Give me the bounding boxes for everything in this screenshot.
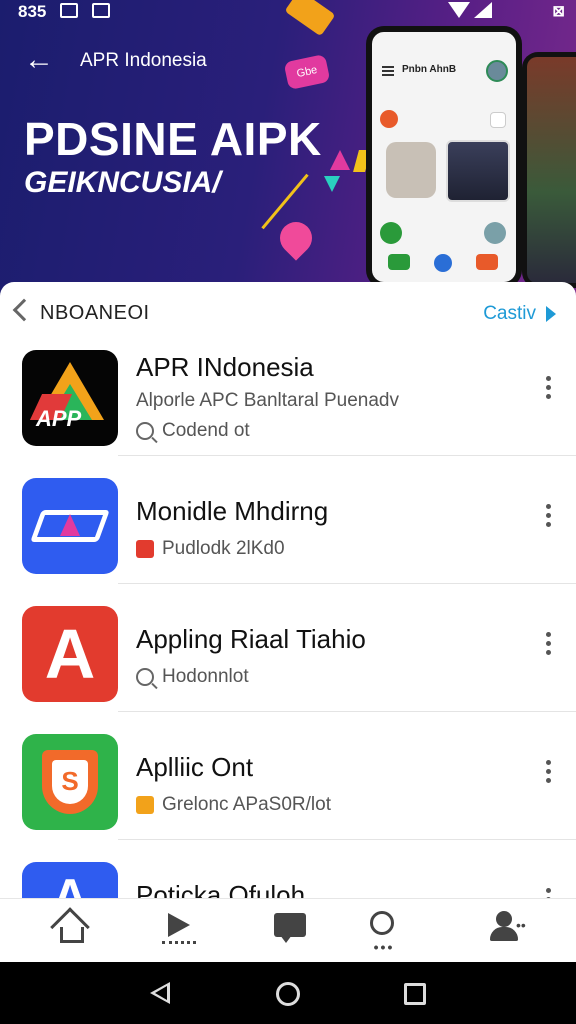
phone-title: Pnbn AhnB (402, 64, 457, 75)
decorative-shape (261, 173, 309, 230)
logo-text: APP (36, 406, 82, 431)
app-icon (380, 110, 398, 128)
section-link[interactable]: Castiv (483, 303, 536, 325)
logo-text: S (61, 766, 79, 796)
system-recents-icon[interactable] (404, 983, 426, 1005)
chevron-left-icon[interactable] (12, 298, 36, 322)
more-options-icon[interactable] (546, 504, 552, 531)
home-icon[interactable] (50, 907, 96, 953)
system-home-icon[interactable] (276, 982, 300, 1006)
image-icon (92, 3, 110, 18)
app-list-item[interactable]: A Poticka Ofuloh (0, 840, 576, 898)
image-card (446, 140, 510, 202)
app-meta: Pudlodk 2lKd0 (136, 538, 285, 560)
image-card (386, 142, 436, 198)
menu-icon (382, 66, 394, 68)
system-navigation-bar (0, 962, 576, 1024)
app-icon[interactable]: A (22, 862, 118, 898)
logo-text: A (51, 869, 89, 898)
signal-icon (474, 2, 492, 18)
app-name[interactable]: Appling Riaal Tiahio (136, 624, 366, 655)
search-icon (136, 668, 154, 686)
app-icon[interactable]: S (22, 734, 118, 830)
logo-text: A (44, 615, 96, 693)
logo-shape (60, 514, 80, 536)
badge-icon (136, 796, 154, 814)
search-icon (136, 422, 154, 440)
chat-icon (380, 222, 402, 244)
hero-banner: Gbe 835 ⊠ ← APR Indonesia PDSINE AIPK GE… (0, 0, 576, 300)
more-options-icon[interactable] (546, 632, 552, 659)
app-meta: Grelonc APaS0R/lot (136, 794, 331, 816)
notification-icon (60, 3, 78, 18)
app-meta-text: Grelonc APaS0R/lot (162, 794, 331, 815)
hero-title: PDSINE AIPK (24, 113, 322, 165)
decorative-shape (273, 215, 319, 261)
wifi-icon (448, 2, 470, 18)
chevron-right-icon[interactable] (546, 306, 556, 322)
more-options-icon[interactable] (546, 376, 552, 403)
hero-app-name: APR Indonesia (80, 50, 207, 71)
app-list-item[interactable]: Monidle Mhdirng Pudlodk 2lKd0 (0, 456, 576, 584)
app-list-item[interactable]: APP APR INdonesia Alporle APC Banltaral … (0, 328, 576, 456)
app-meta: Codend ot (136, 420, 250, 442)
nav-icon (476, 254, 498, 270)
app-list-item[interactable]: S Aplliic Ont Grelonc APaS0R/lot (0, 712, 576, 840)
back-arrow-icon[interactable]: ← (24, 45, 54, 75)
badge-icon (136, 540, 154, 558)
app-subtitle: Alporle APC Banltaral Puenadv (136, 390, 399, 411)
phone-screen: Pnbn AhnB (372, 32, 516, 282)
nav-icon (388, 254, 410, 270)
decorative-shape (324, 176, 340, 192)
app-meta-text: Hodonnlot (162, 666, 249, 687)
system-back-icon-inner (155, 986, 167, 1000)
app-list-item[interactable]: A Appling Riaal Tiahio Hodonnlot (0, 584, 576, 712)
app-icon[interactable]: A (22, 606, 118, 702)
download-icon (490, 112, 506, 128)
app-name[interactable]: Aplliic Ont (136, 752, 253, 783)
profile-icon[interactable]: •• (486, 909, 530, 953)
hero-subtitle: GEIKNCUSIA/ (24, 166, 221, 199)
battery-icon: ⊠ (552, 3, 566, 20)
section-label: NBOANEOI (40, 302, 150, 324)
avatar (484, 222, 506, 244)
more-options-icon[interactable] (546, 760, 552, 787)
status-time: 835 (18, 2, 47, 21)
app-meta: Hodonnlot (136, 666, 249, 688)
phone-nav (372, 250, 516, 274)
app-list-sheet: NBOANEOI Castiv APP APR INdonesia Alporl… (0, 282, 576, 898)
app-icon[interactable]: APP (22, 350, 118, 446)
app-name[interactable]: Monidle Mhdirng (136, 496, 328, 527)
send-icon[interactable] (160, 909, 204, 953)
explore-icon[interactable]: ••• (362, 909, 406, 955)
more-options-icon[interactable] (546, 888, 552, 898)
phone-mockup-secondary (522, 52, 576, 288)
message-icon[interactable] (272, 909, 316, 953)
decorative-shape (330, 150, 350, 170)
avatar (486, 60, 508, 82)
app-name[interactable]: Poticka Ofuloh (136, 880, 305, 898)
status-bar: 835 ⊠ (0, 0, 576, 24)
phone-header: Pnbn AhnB (372, 54, 516, 90)
phone-screen (527, 57, 576, 283)
app-meta-text: Pudlodk 2lKd0 (162, 538, 285, 559)
bottom-navigation: ••• •• (0, 898, 576, 962)
nav-icon (434, 254, 452, 272)
app-meta-text: Codend ot (162, 420, 250, 441)
phone-mockup: Pnbn AhnB (366, 26, 522, 288)
app-name[interactable]: APR INdonesia (136, 352, 314, 383)
app-icon[interactable] (22, 478, 118, 574)
decorative-tag: Gbe (283, 53, 331, 91)
